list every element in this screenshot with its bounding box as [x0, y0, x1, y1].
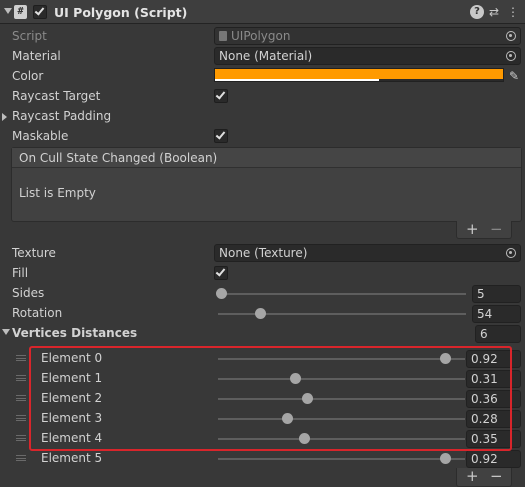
add-element-button[interactable]: + [466, 468, 479, 485]
material-field[interactable]: None (Material) [214, 47, 521, 65]
raycast-target-label: Raycast Target [12, 89, 101, 103]
sides-field[interactable]: 5 [472, 285, 521, 303]
more-options-icon[interactable]: ⋮ [506, 5, 520, 19]
drag-handle-icon[interactable] [16, 355, 26, 361]
foldout-arrow-icon[interactable] [4, 8, 12, 14]
element-label: Element 0 [41, 351, 103, 365]
list-empty-text: List is Empty [19, 186, 96, 200]
vertices-distances-label[interactable]: Vertices Distances [12, 324, 137, 342]
drag-handle-icon[interactable] [16, 395, 26, 401]
event-title: On Cull State Changed (Boolean) [12, 148, 521, 168]
drag-handle-icon[interactable] [16, 415, 26, 421]
raycast-padding-label[interactable]: Raycast Padding [12, 107, 111, 125]
fill-label: Fill [12, 266, 29, 280]
element-slider-track[interactable] [218, 378, 465, 380]
vertices-size-field[interactable]: 6 [475, 325, 521, 343]
color-label: Color [12, 69, 44, 83]
drag-handle-icon[interactable] [16, 455, 26, 461]
add-button[interactable]: + [466, 221, 479, 238]
rotation-slider-thumb[interactable] [255, 308, 267, 319]
script-label: Script [12, 29, 47, 43]
element-label: Element 1 [41, 371, 103, 385]
element-value-field[interactable]: 0.35 [466, 430, 521, 448]
object-picker-icon[interactable] [506, 248, 516, 258]
drag-handle-icon[interactable] [16, 435, 26, 441]
drag-handle-icon[interactable] [16, 375, 26, 381]
maskable-checkbox[interactable] [214, 129, 228, 143]
sides-slider-track[interactable] [218, 293, 466, 295]
element-label: Element 2 [41, 391, 103, 405]
vertices-list-controls: + − [456, 468, 512, 487]
object-picker-icon [506, 31, 516, 41]
element-value-field[interactable]: 0.28 [466, 410, 521, 428]
element-slider-track[interactable] [218, 438, 465, 440]
element-label: Element 3 [41, 411, 103, 425]
material-value: None (Material) [219, 49, 313, 63]
help-icon[interactable]: ? [470, 5, 484, 19]
element-slider-track[interactable] [218, 358, 465, 360]
element-label: Element 4 [41, 431, 103, 445]
raycast-target-checkbox[interactable] [214, 89, 228, 103]
element-value-field[interactable]: 0.36 [466, 390, 521, 408]
rotation-label: Rotation [12, 306, 63, 320]
eyedropper-icon[interactable]: ✎ [507, 69, 521, 83]
script-field: UIPolygon [214, 27, 521, 45]
alpha-bar [215, 79, 379, 81]
sides-label: Sides [12, 286, 45, 300]
rotation-field[interactable]: 54 [472, 305, 521, 323]
element-label: Element 5 [41, 451, 103, 465]
component-enabled-checkbox[interactable] [33, 5, 47, 19]
preset-icon[interactable]: ⇄ [487, 5, 501, 19]
script-file-icon [219, 31, 227, 41]
color-swatch [215, 69, 503, 79]
element-slider-thumb[interactable] [440, 453, 452, 464]
element-slider-thumb[interactable] [299, 433, 311, 444]
element-value-field[interactable]: 0.31 [466, 370, 521, 388]
element-slider-track[interactable] [218, 458, 465, 460]
fill-checkbox[interactable] [214, 266, 228, 280]
component-title: UI Polygon (Script) [54, 5, 188, 20]
element-slider-thumb[interactable] [282, 413, 294, 424]
component-header: # UI Polygon (Script) ? ⇄ ⋮ [0, 0, 525, 24]
texture-value: None (Texture) [219, 246, 308, 260]
element-slider-thumb[interactable] [301, 393, 313, 404]
material-label: Material [12, 49, 61, 63]
script-icon: # [14, 5, 27, 19]
raycast-padding-foldout-icon[interactable] [2, 113, 7, 121]
texture-label: Texture [12, 246, 56, 260]
element-slider-track[interactable] [218, 418, 465, 420]
element-value-field[interactable]: 0.92 [466, 350, 521, 368]
element-value-field[interactable]: 0.92 [466, 450, 521, 468]
event-list-controls: + − [456, 221, 512, 239]
script-value: UIPolygon [231, 29, 291, 43]
color-field[interactable] [214, 68, 504, 82]
element-slider-thumb[interactable] [289, 373, 301, 384]
maskable-label: Maskable [12, 129, 69, 143]
element-slider-thumb[interactable] [440, 353, 452, 364]
object-picker-icon[interactable] [506, 51, 516, 61]
remove-element-button[interactable]: − [490, 468, 503, 485]
texture-field[interactable]: None (Texture) [214, 244, 521, 262]
sides-slider-thumb[interactable] [216, 288, 227, 299]
remove-button[interactable]: − [490, 221, 503, 238]
vertices-foldout-icon[interactable] [2, 329, 10, 335]
on-cull-state-changed-event: On Cull State Changed (Boolean) List is … [11, 147, 522, 222]
element-slider-track[interactable] [218, 398, 465, 400]
